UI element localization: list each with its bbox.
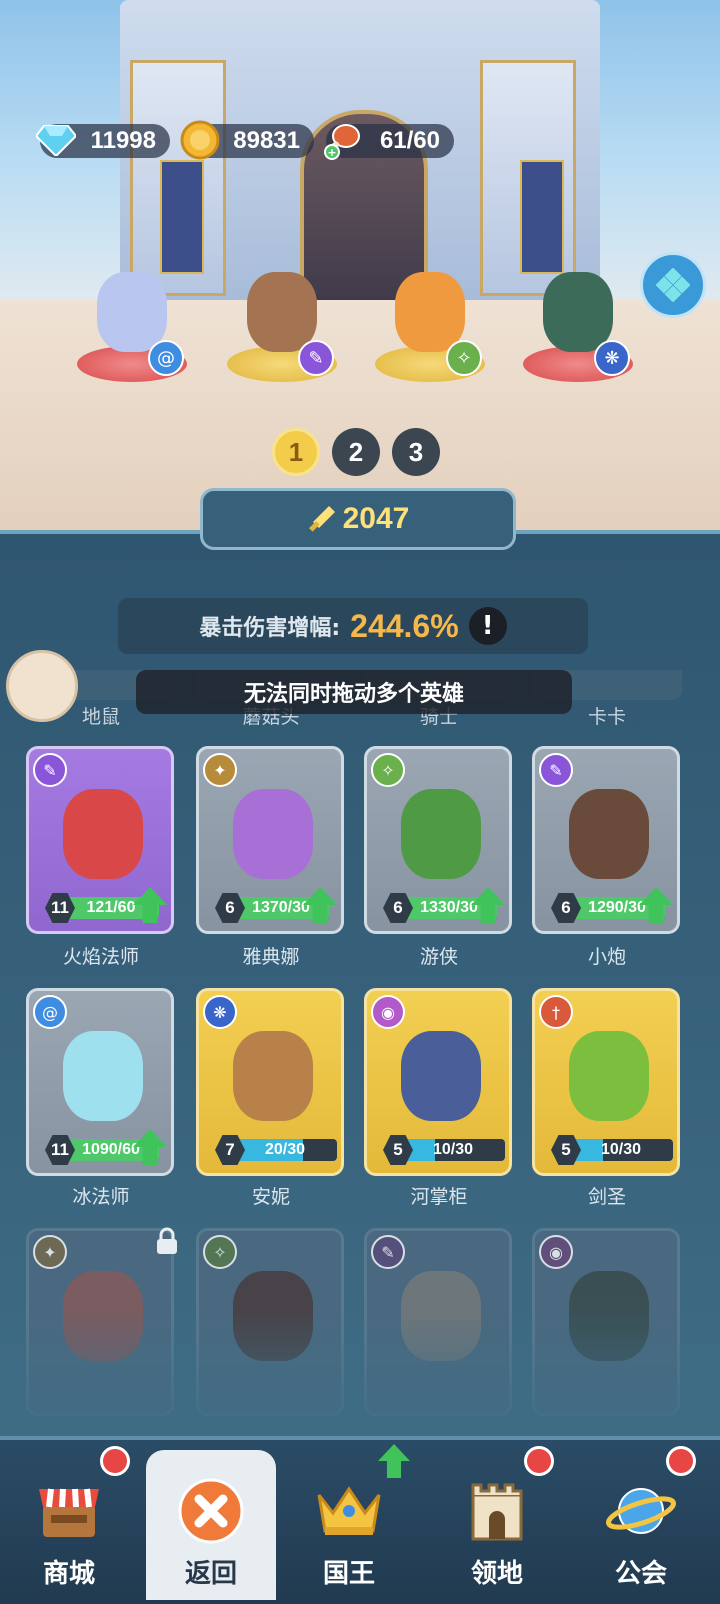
ranger-portrait [401, 789, 481, 879]
hero-card-fire-mage[interactable]: ✎ 11 121/60 [26, 746, 174, 934]
banner-right [520, 160, 564, 274]
shard-progress: 20/30 [233, 1139, 337, 1161]
ice-mage-portrait [97, 272, 167, 352]
star-icon: ✧ [203, 1235, 237, 1269]
gold-value: 89831 [233, 127, 300, 154]
notification-dot [524, 1446, 554, 1476]
team-hero-slot-2[interactable]: ✎ [222, 262, 342, 382]
svg-text:+: + [327, 146, 336, 159]
team-page-2[interactable]: 2 [332, 428, 380, 476]
nav-label: 商城 [42, 1559, 95, 1589]
stat-label: 暴击伤害增幅: [199, 616, 341, 641]
magic-icon: ✎ [371, 1235, 405, 1269]
lock-icon [152, 1226, 182, 1256]
stat-value: 244.6% [350, 607, 459, 644]
nav-label: 公会 [614, 1559, 667, 1589]
athena-portrait [233, 789, 313, 879]
diamond-pattern-icon [656, 268, 690, 302]
paw-icon: ❋ [594, 340, 630, 376]
river-keeper-portrait [401, 1031, 481, 1121]
planet-icon [605, 1475, 677, 1547]
eye-icon: ◉ [371, 995, 405, 1029]
sword-saint-portrait [569, 1031, 649, 1121]
wings-icon: ✦ [203, 753, 237, 787]
nav-label: 领地 [470, 1559, 523, 1589]
hero-name: 火焰法师 [62, 946, 139, 968]
shard-progress: 10/30 [569, 1139, 673, 1161]
swirl-icon: @ [148, 340, 184, 376]
fire-mage-portrait [63, 789, 143, 879]
hero-name: 剑圣 [587, 1186, 626, 1208]
stat-bonus-box: 暴击伤害增幅: 244.6% ! [118, 598, 588, 654]
hero-card-river-keeper[interactable]: ◉ 5 10/30 [364, 988, 512, 1176]
nav-label: 返回 [184, 1559, 237, 1589]
star-icon: ✧ [371, 753, 405, 787]
hero-card-annie[interactable]: ❋ 7 20/30 [196, 988, 344, 1176]
hero-card-ranger[interactable]: ✧ 6 1330/30 [364, 746, 512, 934]
hero-card-ice-mage[interactable]: @ 11 1090/60 [26, 988, 174, 1176]
banner-left [160, 160, 204, 274]
star-icon: ✧ [446, 340, 482, 376]
nav-back[interactable]: 返回 [146, 1450, 276, 1600]
notification-dot [666, 1446, 696, 1476]
poseidon-portrait [543, 272, 613, 352]
info-button[interactable]: ! [468, 607, 507, 645]
team-power-value: 2047 [342, 502, 410, 535]
hero-card-sword-saint[interactable]: † 5 10/30 [532, 988, 680, 1176]
hero-name: 安妮 [251, 1186, 290, 1208]
magic-icon: ✎ [33, 753, 67, 787]
meat-icon: + [320, 118, 364, 162]
swirl-icon: @ [33, 995, 67, 1029]
hero-name: 雅典娜 [242, 946, 300, 968]
castle-icon [461, 1475, 533, 1547]
hero-card-little-cannon[interactable]: ✎ 6 1290/30 [532, 746, 680, 934]
stamina-counter[interactable]: + 61/60 [324, 124, 454, 160]
team-page-1[interactable]: 1 [272, 428, 320, 476]
close-icon [175, 1475, 247, 1547]
ice-mage-portrait [63, 1031, 143, 1121]
eye-icon: ◉ [539, 1235, 573, 1269]
hero-name: 河掌柜 [410, 1186, 468, 1208]
diamond-counter[interactable]: 11998 [36, 124, 170, 158]
team-hero-slot-1[interactable]: @ [72, 262, 192, 382]
diamond-value: 11998 [90, 127, 156, 154]
gold-coin-icon [178, 118, 222, 162]
hero-name: 小炮 [587, 946, 626, 968]
paw-icon: ❋ [203, 995, 237, 1029]
raccoon-portrait [395, 272, 465, 352]
crown-icon [313, 1475, 385, 1547]
team-hero-slot-3[interactable]: ✧ [370, 262, 490, 382]
warrior-portrait [247, 272, 317, 352]
hero-card-athena[interactable]: ✦ 6 1370/30 [196, 746, 344, 934]
gold-counter[interactable]: 89831 [180, 120, 314, 160]
team-page-3[interactable]: 3 [392, 428, 440, 476]
notification-dot [100, 1446, 130, 1476]
event-diamond-button[interactable] [640, 252, 706, 318]
team-hero-slot-4[interactable]: ❋ [518, 262, 638, 382]
stamina-value: 61/60 [379, 127, 440, 154]
hero-name: 游侠 [419, 946, 458, 968]
toast-message: 无法同时拖动多个英雄 [136, 670, 572, 714]
player-avatar[interactable] [6, 650, 78, 722]
sword-power-icon [308, 506, 335, 532]
wings-icon: ✦ [33, 1235, 67, 1269]
shop-icon [33, 1475, 105, 1547]
sword-icon: † [539, 995, 573, 1029]
diamond-icon [34, 118, 78, 162]
magic-icon: ✎ [539, 753, 573, 787]
list-fade [0, 1310, 720, 1440]
magic-icon: ✎ [298, 340, 334, 376]
team-power-tab: 2047 [200, 488, 516, 550]
little-cannon-portrait [569, 789, 649, 879]
shard-progress: 10/30 [401, 1139, 505, 1161]
nav-label: 国王 [322, 1559, 375, 1589]
annie-portrait [233, 1031, 313, 1121]
hero-name: 冰法师 [72, 1186, 130, 1208]
